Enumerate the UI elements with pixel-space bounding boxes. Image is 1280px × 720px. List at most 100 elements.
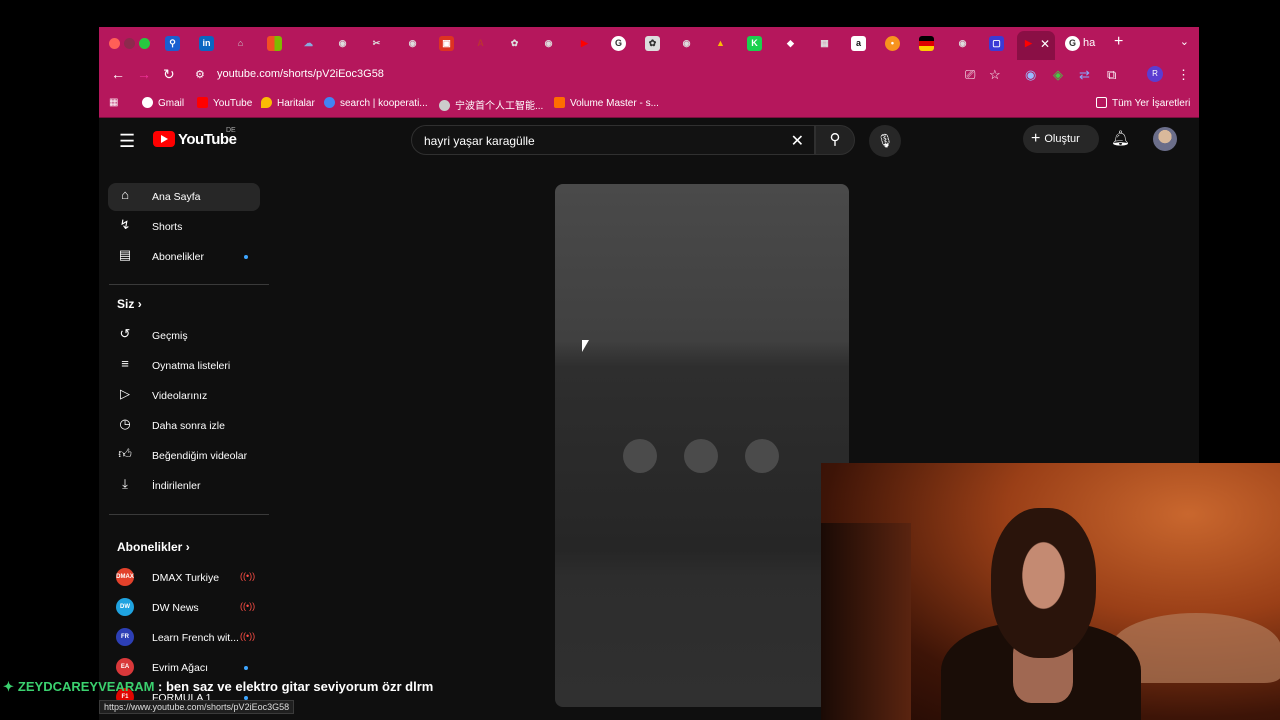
germany-flag-tab-icon[interactable] [919,36,934,51]
globe-tab-icon[interactable]: ◉ [405,36,420,51]
globe-tab-icon[interactable]: ◉ [335,36,350,51]
search-icon: ⚲ [829,131,841,148]
all-bookmarks-folder[interactable]: Tüm Yer İşaretleri [1096,97,1190,109]
back-button[interactable]: ← [111,66,125,82]
search-query[interactable]: hayri yaşar karagülle [424,134,535,148]
sidebar-item-subscriptions[interactable]: ▤ Abonelikler [108,243,260,271]
k-tab-icon[interactable]: K [747,36,762,51]
tab-search-dropdown-icon[interactable]: ⌄ [1180,35,1189,48]
amazon-tab-icon[interactable]: a [851,36,866,51]
drive-tab-icon[interactable]: ▲ [713,36,728,51]
shorts-player[interactable] [555,184,849,707]
apps-grid-icon[interactable]: ▦ [109,97,118,108]
extension-icon[interactable]: ◈ [1053,67,1063,83]
youtube-icon [197,97,208,108]
bookmark-youtube[interactable]: YouTube [197,97,252,109]
active-tab[interactable]: ▶ ✕ [1017,31,1055,60]
search-input[interactable]: hayri yaşar karagülle ✕ [411,125,815,155]
openai-tab-icon[interactable]: ✿ [645,36,660,51]
google-tab-icon[interactable]: G [611,36,626,51]
bookmarks-bar: ▦ Gmail YouTube Haritalar search | koope… [99,90,1199,118]
microsoft-tab-icon[interactable] [267,36,282,51]
chevron-right-icon: › [137,297,142,311]
sidebar-item-downloads[interactable]: ⤓ İndirilenler [108,472,260,500]
chat-message: ✦ ZEYDCAREYVEARAM : ben saz ve elektro gi… [3,679,433,695]
chevron-right-icon: › [185,540,190,554]
forward-button[interactable]: → [137,66,151,82]
downloads-icon: ⤓ [122,476,128,491]
youtube-tab-icon[interactable]: ▶ [577,36,592,51]
voice-search-button[interactable]: 🎙 [869,125,901,157]
divider [109,284,269,285]
bookmark-star-icon[interactable]: ☆ [989,67,1001,83]
youtube-logo-icon[interactable] [153,131,175,147]
sidebar-item-history[interactable]: ↺ Geçmiş [108,322,260,350]
sidebar-channel-dmax[interactable]: DMAX DMAX Turkiye ((•)) [108,564,260,592]
globe-tab-icon[interactable]: ◉ [955,36,970,51]
bookmark-search-kooperatif[interactable]: search | kooperati... [324,97,428,109]
sidebar-item-liked-videos[interactable]: 👍︎ Beğendiğim videolar [108,442,260,470]
cloud-tab-icon[interactable]: ☁ [301,36,316,51]
close-window-button[interactable] [109,38,120,49]
you-section-header[interactable]: Siz › [117,297,142,311]
loading-dot [623,439,657,473]
tab-search[interactable]: G ha [1065,33,1109,55]
subscriptions-icon: ▤ [118,247,132,262]
sidebar-item-playlists[interactable]: ≡ Oynatma listeleri [108,352,260,380]
account-avatar[interactable] [1153,127,1177,151]
maximize-window-button[interactable] [139,38,150,49]
volume-icon [554,97,565,108]
address-bar: ← → ↻ ⚙ youtube.com/shorts/pV2iEoc3G58 ⎚… [99,60,1199,90]
pdf-tab-icon[interactable]: A [473,36,488,51]
app-tab-icon[interactable]: ▢ [989,36,1004,51]
url-field[interactable]: youtube.com/shorts/pV2iEoc3G58 [217,68,384,80]
minimize-window-button[interactable] [124,38,135,49]
browser-menu-icon[interactable]: ⋮ [1177,67,1190,83]
openai-tab-icon[interactable]: ✿ [507,36,522,51]
new-tab-button[interactable]: + [1114,33,1123,51]
channel-avatar: DMAX [116,568,134,586]
create-button[interactable]: + Oluştur [1023,125,1099,153]
close-tab-icon[interactable]: ✕ [1040,37,1050,51]
reload-button[interactable]: ↻ [163,66,175,83]
menu-icon[interactable]: ☰ [119,131,135,152]
live-indicator-icon: ((•)) [240,601,256,611]
tools-tab-icon[interactable]: ✂ [369,36,384,51]
globe-tab-icon[interactable]: ◉ [679,36,694,51]
extensions-puzzle-icon[interactable]: ⧉ [1107,67,1116,83]
tab-favicon-icon[interactable]: ⚲ [165,36,180,51]
cast-icon[interactable]: ⎚ [965,67,975,83]
maps-icon [261,97,272,108]
profile-avatar[interactable]: R [1147,66,1163,82]
sidebar-channel-evrim-agaci[interactable]: EA Evrim Ağacı [108,654,260,682]
sidebar-item-shorts[interactable]: ↯ Shorts [108,213,260,241]
sidebar-item-your-videos[interactable]: ▷ Videolarınız [108,382,260,410]
site-info-icon[interactable]: ⚙ [195,68,205,81]
grid-tab-icon[interactable]: ▦ [817,36,832,51]
bookmark-volume-master[interactable]: Volume Master - s... [554,97,659,109]
bank-tab-icon[interactable]: ⌂ [233,36,248,51]
subscriptions-section-header[interactable]: Abonelikler › [117,540,190,554]
translate-icon[interactable]: ⇄ [1079,67,1090,83]
clear-search-icon[interactable]: ✕ [791,131,804,151]
linkedin-tab-icon[interactable]: in [199,36,214,51]
bookmark-maps[interactable]: Haritalar [261,97,315,109]
diamond-tab-icon[interactable]: ◆ [783,36,798,51]
search-button[interactable]: ⚲ [815,125,855,155]
gmail-icon [142,97,153,108]
sidebar-item-home[interactable]: ⌂ Ana Sayfa [108,183,260,211]
plus-icon: + [1031,130,1041,147]
playlists-icon: ≡ [121,356,129,371]
bookmark-gmail[interactable]: Gmail [142,97,184,109]
your-videos-icon: ▷ [120,386,130,401]
sidebar-channel-dw-news[interactable]: DW DW News ((•)) [108,594,260,622]
notifications-bell-icon[interactable]: 🔔︎ [1111,129,1130,147]
shorts-icon: ↯ [119,217,131,232]
extension-icon[interactable]: ◉ [1025,67,1036,83]
news-tab-icon[interactable]: ▣ [439,36,454,51]
sidebar-channel-learn-french[interactable]: FR Learn French wit... ((•)) [108,624,260,652]
duolingo-tab-icon[interactable]: • [885,36,900,51]
sidebar-item-watch-later[interactable]: ◷ Daha sonra izle [108,412,260,440]
bookmark-ningbo-ai[interactable]: 宁波首个人工智能... [439,97,543,112]
globe-tab-icon[interactable]: ◉ [541,36,556,51]
